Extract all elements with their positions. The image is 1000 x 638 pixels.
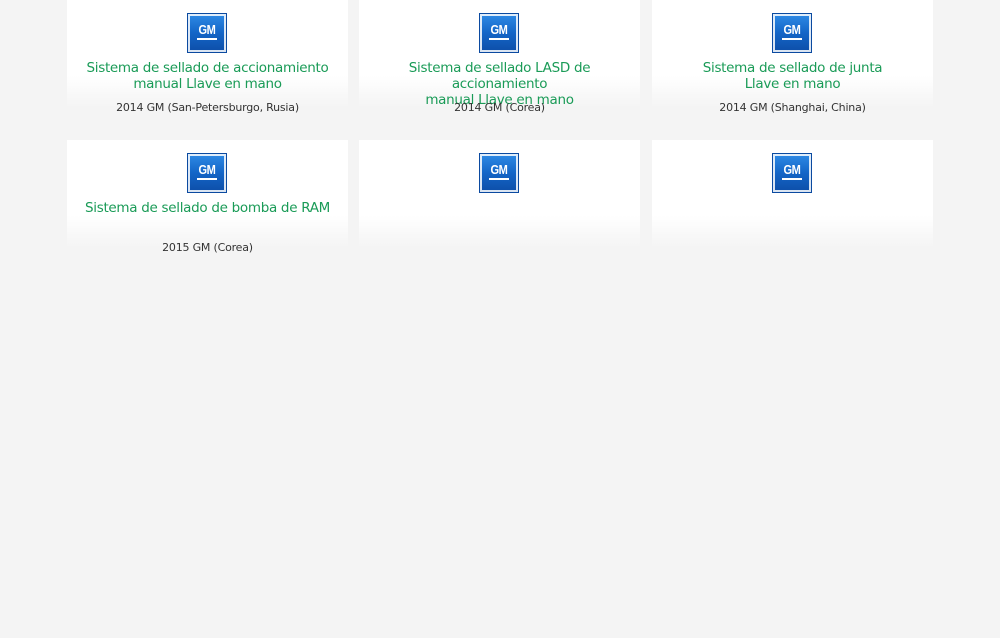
reference-card[interactable]: GM Sistema de sellado de bomba de RAM 20… [67, 140, 348, 254]
logo-underline [196, 38, 217, 40]
gm-logo-icon: GM [186, 153, 227, 193]
card-meta: 2014 GM (Corea) [454, 101, 545, 114]
card-title[interactable]: Sistema de sellado de accionamiento manu… [69, 60, 346, 92]
logo-underline [781, 38, 802, 40]
reference-card[interactable]: GM [359, 140, 640, 248]
logo-text: GM [783, 22, 800, 37]
logo-text: GM [783, 162, 800, 177]
gm-logo-icon: GM [771, 153, 812, 193]
logo-underline [488, 178, 509, 180]
reference-card[interactable]: GM Sistema de sellado de junta Llave en … [652, 0, 933, 114]
card-meta: 2014 GM (Shanghai, China) [719, 101, 866, 114]
reference-card[interactable]: GM Sistema de sellado de accionamiento m… [67, 0, 348, 114]
reference-card[interactable]: GM Sistema de sellado LASD de accionamie… [359, 0, 640, 114]
card-title-line: Sistema de sellado LASD de accionamiento [408, 60, 591, 92]
card-title-line: Sistema de sellado de bomba de RAM [84, 200, 331, 216]
gm-logo-icon: GM [186, 13, 227, 53]
logo-text: GM [198, 22, 215, 37]
logo-text: GM [198, 162, 215, 177]
logo-underline [488, 38, 509, 40]
gm-logo-icon: GM [478, 153, 519, 193]
card-title[interactable]: Sistema de sellado de junta Llave en man… [654, 60, 931, 92]
card-title-line: Llave en mano [744, 76, 841, 92]
logo-text: GM [490, 162, 507, 177]
gm-logo-icon: GM [478, 13, 519, 53]
card-title[interactable]: Sistema de sellado de bomba de RAM [69, 200, 346, 216]
reference-card[interactable]: GM [652, 140, 933, 248]
card-meta: 2014 GM (San-Petersburgo, Rusia) [116, 101, 299, 114]
card-title-line: Sistema de sellado de junta [702, 60, 883, 76]
card-title-line: manual Llave en mano [133, 76, 282, 92]
card-meta: 2015 GM (Corea) [162, 241, 253, 254]
logo-underline [196, 178, 217, 180]
card-title-line: Sistema de sellado de accionamiento [86, 60, 329, 76]
gm-logo-icon: GM [771, 13, 812, 53]
logo-text: GM [490, 22, 507, 37]
logo-underline [781, 178, 802, 180]
